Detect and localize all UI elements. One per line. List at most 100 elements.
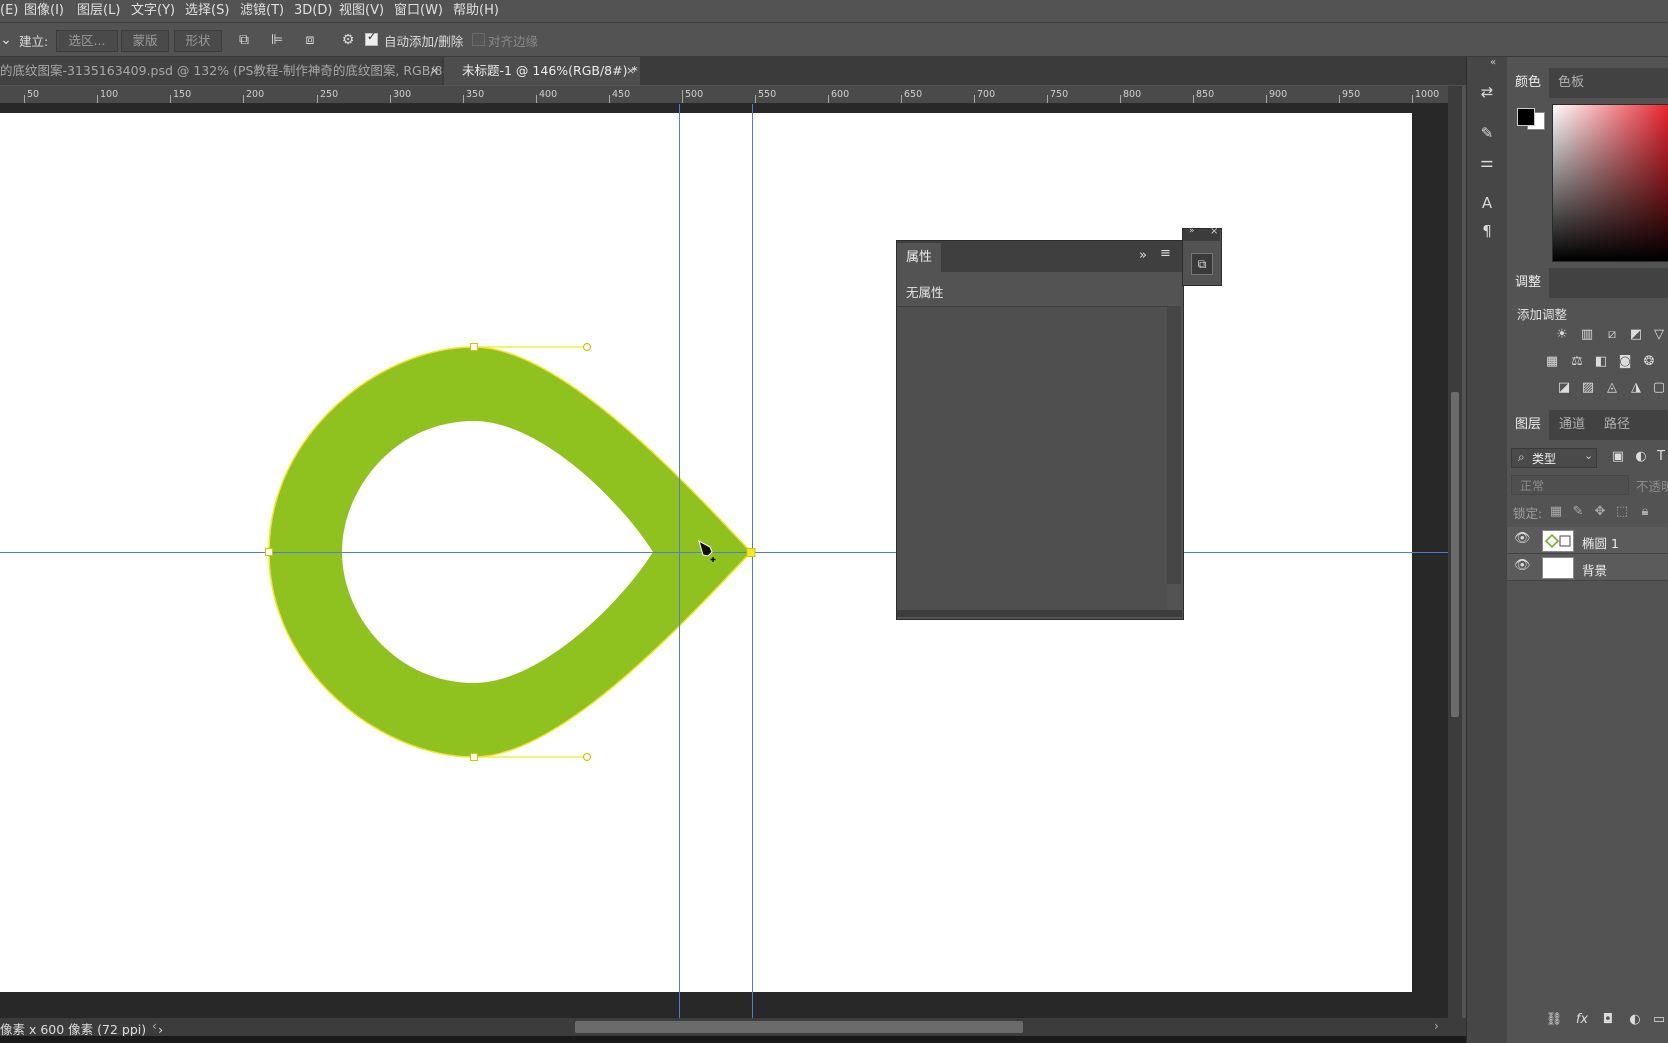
exposure-icon[interactable]: ◩	[1627, 327, 1645, 343]
status-menu-arrow-icon[interactable]: ›	[158, 1022, 163, 1037]
document-tab-2[interactable]: 未标题-1 @ 146%(RGB/8#) * ×	[444, 57, 640, 85]
canvas-artwork[interactable]	[0, 104, 1448, 1018]
menu-help[interactable]: 帮助(H)	[453, 0, 499, 22]
paragraph-icon[interactable]: ¶	[1474, 220, 1500, 242]
ruler-tick-label: 500	[685, 89, 703, 100]
tab-adjustments[interactable]: 调整	[1507, 268, 1550, 298]
menu-filter[interactable]: 滤镜(T)	[240, 0, 284, 22]
history-icon[interactable]: ⇄	[1474, 81, 1500, 103]
color-balance-icon[interactable]: ⚖	[1568, 354, 1586, 370]
tab-paths[interactable]: 路径	[1604, 410, 1630, 440]
direction-handle-bottom[interactable]	[582, 752, 592, 762]
menu-edit[interactable]: (E)	[0, 0, 18, 22]
lock-all-icon[interactable]: 🔒︎	[1636, 504, 1654, 520]
path-arrangement-icon[interactable]: ⧈	[299, 30, 321, 50]
path-alignment-icon[interactable]: ⊫	[266, 30, 288, 50]
foreground-color-swatch[interactable]	[1517, 108, 1535, 126]
new-adjustment-layer-icon[interactable]: ◐	[1626, 1012, 1644, 1028]
make-shape-button[interactable]: 形状	[174, 30, 222, 52]
menu-image[interactable]: 图像(I)	[24, 0, 64, 22]
blend-mode-select[interactable]: 正常	[1511, 475, 1629, 495]
invert-icon[interactable]: ◪	[1555, 380, 1573, 396]
ruler-ticks: 50 100 150 200 250 300 350 400 450 500 5…	[24, 89, 1439, 103]
layer-filter-select[interactable]: ⌕ 类型 ⌄	[1511, 448, 1597, 468]
hue-saturation-icon[interactable]: ▦	[1543, 354, 1561, 370]
ruler-tick-label: 350	[466, 89, 484, 100]
character-icon[interactable]: A	[1474, 192, 1500, 214]
anchor-point-top[interactable]	[470, 343, 478, 351]
scroll-right-icon[interactable]: ›	[1434, 1019, 1439, 1033]
gradient-map-icon[interactable]: ◮	[1627, 380, 1645, 396]
filter-type-icon[interactable]: T	[1652, 449, 1668, 465]
close-icon[interactable]: ×	[1210, 226, 1218, 237]
lock-position-icon[interactable]: ✥	[1591, 504, 1609, 520]
threshold-icon[interactable]: ◬	[1603, 380, 1621, 396]
lock-artboard-icon[interactable]: ⬚	[1613, 504, 1631, 520]
menu-icon[interactable]: ≡	[1160, 246, 1171, 261]
eye-icon[interactable]: 👁︎	[1514, 558, 1531, 573]
filter-adjustment-icon[interactable]: ◐	[1632, 449, 1650, 465]
add-mask-icon[interactable]: ◘	[1599, 1012, 1617, 1028]
tab-layers[interactable]: 图层	[1507, 410, 1550, 440]
properties-panel-icon[interactable]: ⧉	[1191, 253, 1213, 275]
tab-swatches[interactable]: 色板	[1558, 68, 1584, 98]
color-picker-field[interactable]	[1552, 104, 1668, 262]
tool-preset-chevron-icon[interactable]: ⌄	[0, 30, 12, 50]
ruler-tick-label: 650	[904, 89, 922, 100]
levels-icon[interactable]: ▥	[1578, 327, 1596, 343]
lock-image-icon[interactable]: ✎	[1569, 504, 1587, 520]
selective-color-icon[interactable]: ▢	[1650, 380, 1668, 396]
tab-color[interactable]: 颜色	[1507, 68, 1550, 98]
vertical-scroll-thumb[interactable]	[1451, 392, 1459, 717]
properties-scrollbar[interactable]	[1167, 306, 1181, 584]
curves-icon[interactable]: ⧄	[1603, 327, 1621, 343]
tab-label: 的底纹图案-3135163409.psd @ 132% (PS教程-制作神奇的底…	[0, 63, 469, 78]
photo-filter-icon[interactable]: ◙	[1616, 354, 1634, 370]
vibrance-icon[interactable]: ▽	[1650, 327, 1668, 343]
sliders-icon[interactable]: ⚌	[1474, 151, 1500, 173]
horizontal-scroll-thumb[interactable]	[575, 1021, 1023, 1033]
anchor-point-left[interactable]	[265, 548, 273, 556]
menu-window[interactable]: 窗口(W)	[394, 0, 443, 22]
filter-pixel-icon[interactable]: ▣	[1609, 449, 1627, 465]
eye-icon[interactable]: 👁︎	[1514, 531, 1531, 546]
properties-tab[interactable]: 属性	[897, 243, 941, 272]
make-mask-button[interactable]: 蒙版	[121, 30, 169, 52]
collapse-icon[interactable]: «	[1490, 57, 1496, 68]
align-edges-checkbox[interactable]	[472, 33, 485, 46]
brightness-contrast-icon[interactable]: ☀	[1553, 327, 1571, 343]
black-white-icon[interactable]: ◧	[1592, 354, 1610, 370]
layer-name[interactable]: 椭圆 1	[1582, 533, 1619, 552]
posterize-icon[interactable]: ▨	[1579, 380, 1597, 396]
tab-channels[interactable]: 通道	[1559, 410, 1585, 440]
menu-type[interactable]: 文字(Y)	[131, 0, 175, 22]
link-layers-icon[interactable]: ⛓	[1545, 1012, 1563, 1028]
channel-mixer-icon[interactable]: ❂	[1640, 354, 1658, 370]
filter-kind-value: 类型	[1532, 452, 1557, 466]
document-tab-1[interactable]: 的底纹图案-3135163409.psd @ 132% (PS教程-制作神奇的底…	[0, 57, 468, 85]
lock-transparent-icon[interactable]: ▦	[1547, 504, 1565, 520]
expand-icon[interactable]: »	[1139, 248, 1147, 263]
anchor-point-right[interactable]	[746, 548, 756, 557]
layer-thumbnail-background	[1542, 557, 1574, 579]
expand-icon[interactable]: »	[1189, 226, 1195, 236]
close-icon[interactable]: ×	[626, 57, 635, 85]
menu-layer[interactable]: 图层(L)	[77, 0, 120, 22]
new-group-icon[interactable]: ▭	[1650, 1012, 1668, 1028]
direction-handle-top[interactable]	[582, 342, 592, 352]
menu-view[interactable]: 视图(V)	[339, 0, 384, 22]
document-tab-bar: 的底纹图案-3135163409.psd @ 132% (PS教程-制作神奇的底…	[0, 57, 1466, 85]
gear-icon[interactable]: ⚙	[337, 30, 359, 50]
auto-add-delete-checkbox[interactable]	[365, 30, 378, 46]
brush-settings-icon[interactable]: ✎	[1474, 122, 1500, 144]
scroll-left-icon[interactable]: ‹	[152, 1019, 157, 1033]
anchor-point-bottom[interactable]	[470, 753, 478, 761]
ruler-tick-label: 300	[393, 89, 411, 100]
layer-name[interactable]: 背景	[1582, 560, 1607, 579]
layer-style-fx-icon[interactable]: fx	[1573, 1012, 1591, 1028]
make-selection-button[interactable]: 选区...	[56, 30, 118, 52]
menu-select[interactable]: 选择(S)	[185, 0, 229, 22]
close-icon[interactable]: ×	[430, 57, 439, 85]
path-operations-icon[interactable]: ⧉	[233, 30, 255, 50]
menu-3d[interactable]: 3D(D)	[294, 0, 332, 22]
